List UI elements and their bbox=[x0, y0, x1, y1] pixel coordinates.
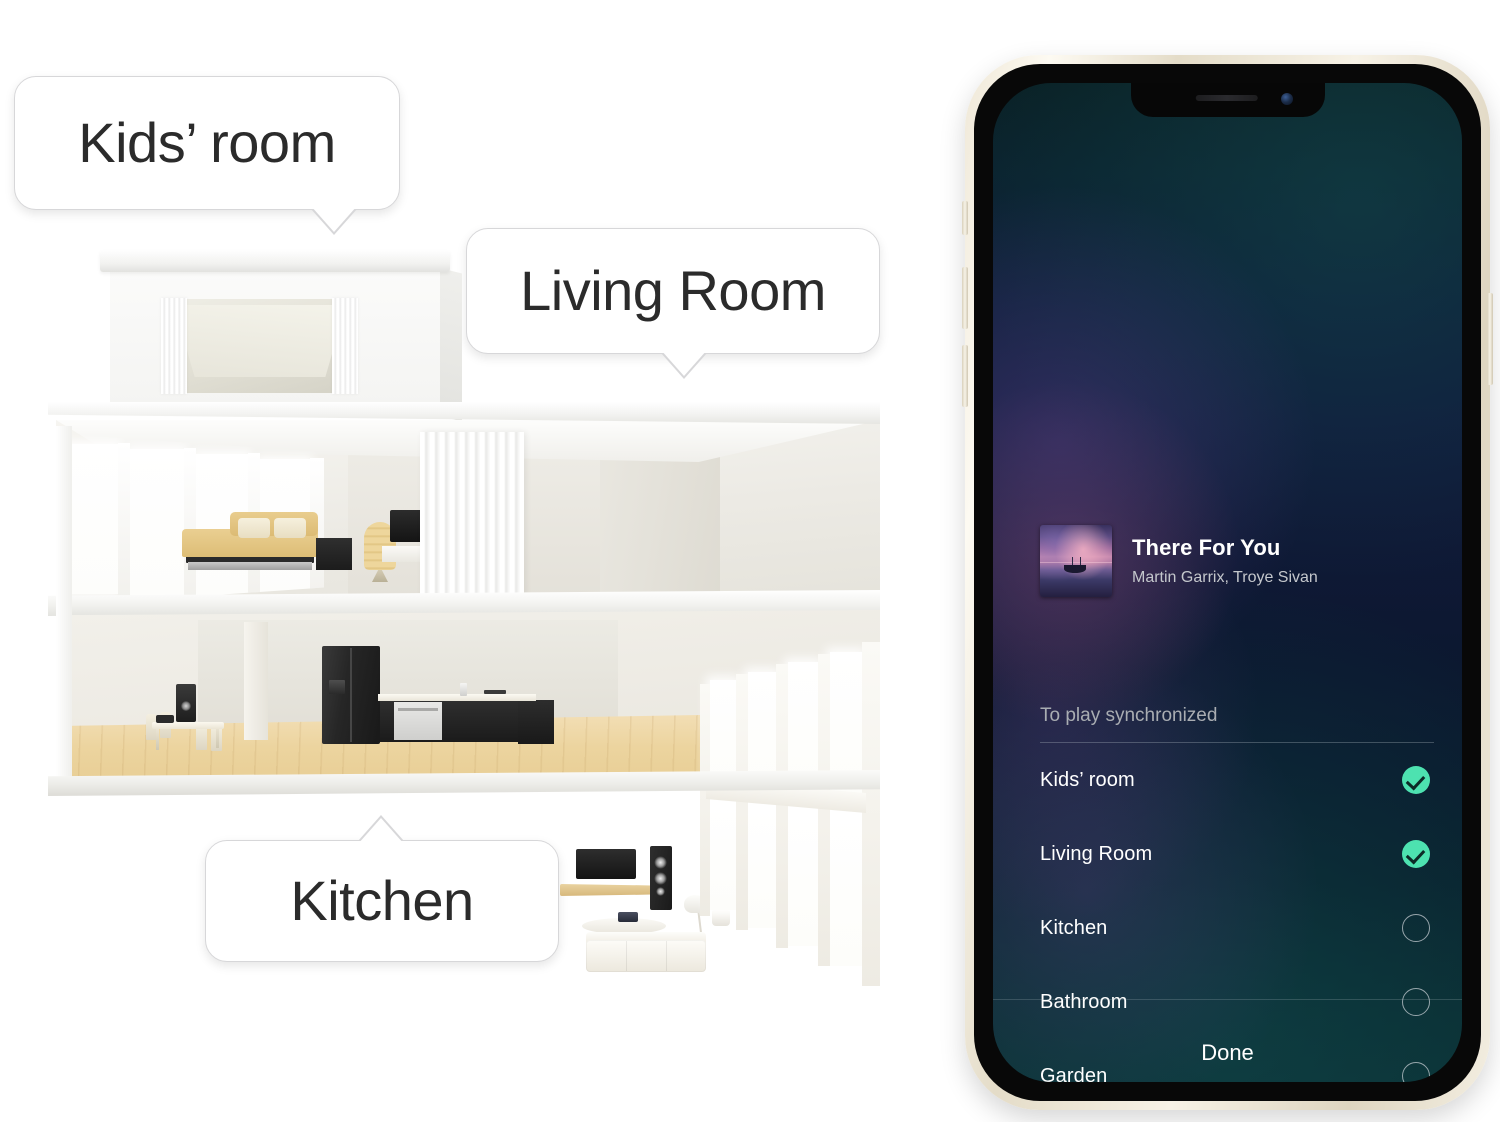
album-art-boat bbox=[1064, 565, 1087, 574]
counter-utensil bbox=[484, 690, 506, 694]
album-art bbox=[1040, 525, 1112, 597]
room-label: Garden bbox=[1040, 1064, 1108, 1083]
first-floor-curtain bbox=[420, 432, 524, 604]
now-playing-text: There For You Martin Garrix, Troye Sivan bbox=[1132, 535, 1318, 586]
phone-mockup: There For You Martin Garrix, Troye Sivan… bbox=[962, 55, 1493, 1110]
window-mullion bbox=[862, 642, 880, 986]
callout-kitchen: Kitchen bbox=[205, 815, 559, 962]
room-checkbox-checked-icon[interactable] bbox=[1402, 840, 1430, 868]
dining-table bbox=[152, 722, 224, 729]
room-label: Bathroom bbox=[1040, 990, 1128, 1013]
table-leg bbox=[216, 726, 219, 748]
speaker-tweeter bbox=[656, 887, 665, 896]
sync-section-header: To play synchronized bbox=[1040, 705, 1218, 726]
sofa-seam bbox=[626, 941, 627, 971]
right-window-wall bbox=[700, 636, 880, 992]
room-row-bathroom[interactable]: Bathroom bbox=[1040, 965, 1434, 1039]
window-mullion bbox=[118, 443, 130, 599]
table-speaker-box bbox=[156, 715, 174, 723]
phone-bezel: There For You Martin Garrix, Troye Sivan… bbox=[974, 64, 1481, 1101]
attic-cornice bbox=[100, 250, 450, 272]
side-cabinet bbox=[316, 538, 352, 570]
speaker-driver bbox=[654, 856, 667, 869]
daybed-legs bbox=[188, 562, 312, 570]
track-artist: Martin Garrix, Troye Sivan bbox=[1132, 568, 1318, 586]
ground-floor-partition bbox=[244, 622, 268, 740]
callout-kitchen-label: Kitchen bbox=[290, 869, 474, 932]
callout-kids-room: Kids’ room bbox=[14, 76, 400, 235]
attic-curtain-right bbox=[332, 298, 358, 394]
window-pane bbox=[830, 816, 862, 966]
table-leg bbox=[156, 728, 159, 750]
pillow bbox=[238, 518, 270, 538]
refrigerator-dispenser bbox=[329, 680, 345, 694]
sofa bbox=[586, 940, 706, 972]
window-pane bbox=[788, 812, 818, 946]
room-checkbox-checked-icon[interactable] bbox=[1402, 766, 1430, 794]
attic-room-interior bbox=[174, 305, 346, 377]
room-label: Kitchen bbox=[1040, 916, 1108, 939]
attic-side-wall bbox=[440, 268, 462, 422]
room-label: Living Room bbox=[1040, 842, 1153, 865]
room-row-kids[interactable]: Kids’ room bbox=[1040, 743, 1434, 817]
pillow bbox=[274, 518, 306, 538]
kitchen-countertop bbox=[378, 694, 536, 701]
kitchen-cabinet-right bbox=[518, 700, 554, 744]
phone-notch bbox=[1130, 83, 1325, 117]
speaker-driver bbox=[181, 701, 191, 711]
room-label: Kids’ room bbox=[1040, 768, 1135, 791]
volume-down-button[interactable] bbox=[962, 345, 968, 407]
living-room-shelf bbox=[560, 884, 652, 896]
window-pane bbox=[748, 808, 776, 928]
room-row-living[interactable]: Living Room bbox=[1040, 817, 1434, 891]
done-button[interactable]: Done bbox=[993, 1040, 1462, 1066]
coffee-table-object bbox=[618, 912, 638, 922]
speaker-driver bbox=[654, 872, 667, 885]
track-title: There For You bbox=[1132, 535, 1281, 561]
room-list: Kids’ room Living Room Kitchen Bathroom … bbox=[1040, 743, 1434, 1082]
window-pane bbox=[130, 449, 184, 595]
refrigerator-door-split bbox=[350, 648, 352, 742]
living-room-television bbox=[576, 849, 636, 879]
done-divider bbox=[993, 999, 1462, 1000]
dollhouse-illustration bbox=[48, 250, 880, 986]
earpiece-speaker-icon bbox=[1195, 95, 1258, 101]
window-mullion bbox=[184, 448, 196, 600]
window-pane bbox=[710, 804, 736, 910]
mute-switch[interactable] bbox=[962, 201, 968, 235]
attic-curtain-left bbox=[161, 298, 187, 394]
front-camera-icon bbox=[1280, 93, 1293, 105]
volume-up-button[interactable] bbox=[962, 267, 968, 329]
room-checkbox-empty-icon[interactable] bbox=[1402, 914, 1430, 942]
sofa-seam bbox=[666, 941, 667, 971]
room-checkbox-empty-icon[interactable] bbox=[1402, 988, 1430, 1016]
dishwasher-handle bbox=[398, 708, 438, 711]
callout-kids-room-label: Kids’ room bbox=[78, 111, 336, 174]
window-mullion bbox=[700, 684, 710, 916]
house-left-column bbox=[56, 426, 72, 778]
phone-screen: There For You Martin Garrix, Troye Sivan… bbox=[993, 83, 1462, 1082]
now-playing-card[interactable]: There For You Martin Garrix, Troye Sivan bbox=[1040, 525, 1434, 597]
window-mullion bbox=[818, 654, 830, 966]
kettle bbox=[460, 683, 467, 696]
room-row-kitchen[interactable]: Kitchen bbox=[1040, 891, 1434, 965]
power-button[interactable] bbox=[1487, 293, 1493, 385]
